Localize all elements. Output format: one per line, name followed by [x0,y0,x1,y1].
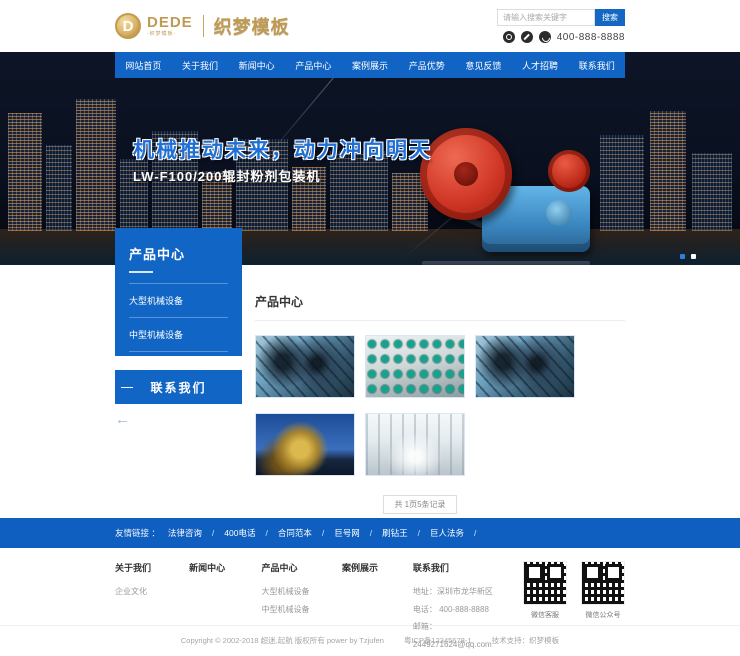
footer-col-cases: 案例展示 [342,561,387,653]
wechat-official-qr-code [581,561,625,605]
nav-item-contact[interactable]: 联系我们 [568,52,625,78]
hotline-number: 400-888-8888 [557,32,625,43]
city-building [202,171,232,231]
section-title: 产品中心 [255,293,625,321]
main-panel: 产品中心 共 1页5条记录 [242,265,625,514]
footer-col-title: 关于我们 [115,561,163,574]
title-underline [129,271,153,273]
footer-col-news: 新闻中心 [189,561,235,653]
carousel-dot[interactable] [691,254,696,259]
brand-name: DEDE [147,15,193,30]
packing-machine-illustration [420,124,595,265]
footer-col-title: 联系我们 [413,561,509,574]
pagination-info: 共 1页5条记录 [383,495,456,514]
sidebar-product-title: 产品中心 [129,244,228,263]
logo-divider [203,15,204,37]
site-title: 织梦模板 [214,13,290,39]
city-building [692,153,732,231]
coin-logo-icon: D [115,13,141,39]
carousel-dot-active[interactable] [680,254,685,259]
site-logo[interactable]: D DEDE -织梦模板- 织梦模板 [115,13,290,39]
nav-item-advantages[interactable]: 产品优势 [398,52,455,78]
friend-link[interactable]: 法律咨询 [168,527,224,539]
city-building [46,145,72,231]
left-arrow-icon[interactable]: ← [115,412,242,427]
footer-link-culture[interactable]: 企业文化 [115,583,163,601]
footer-col-title: 案例展示 [342,561,387,574]
phone-icon [539,31,551,43]
nav-item-news[interactable]: 新闻中心 [228,52,285,78]
friend-link[interactable]: 巨人法务 [430,527,486,539]
sidebar-contact-button[interactable]: 联系我们 [115,370,242,404]
main-navigation: 网站首页 关于我们 新闻中心 产品中心 案例展示 产品优势 意见反馈 人才招聘 … [115,52,625,78]
city-building [330,151,388,231]
qq-icon[interactable] [503,31,515,43]
footer-col-products: 产品中心 大型机械设备 中型机械设备 [262,561,316,653]
friend-link[interactable]: 400电话 [224,527,278,539]
sidebar-item-large-machinery[interactable]: 大型机械设备 [129,283,228,317]
nav-item-about[interactable]: 关于我们 [172,52,229,78]
city-building [152,131,198,231]
footer-link-medium-machinery[interactable]: 中型机械设备 [262,601,316,619]
qr-label: 微信客服 [523,610,567,620]
nav-item-jobs[interactable]: 人才招聘 [512,52,569,78]
carousel-dots [680,254,696,259]
machine-base [422,261,590,265]
machine-wheel [548,150,590,192]
product-photo-engine[interactable] [255,335,355,398]
product-grid [255,335,585,476]
content-area: 产品中心 大型机械设备 中型机械设备 联系我们 ← 产品中心 共 1页5条记录 [115,265,625,518]
friend-link[interactable]: 巨号网 [334,527,382,539]
friend-link[interactable]: 合同范本 [278,527,334,539]
nav-item-products[interactable]: 产品中心 [285,52,342,78]
product-photo-engine[interactable] [475,335,575,398]
qr-codes: 微信客服 微信公众号 [523,561,625,653]
footer: 关于我们 企业文化 新闻中心 产品中心 大型机械设备 中型机械设备 案例展示 联… [0,548,740,625]
city-building [120,159,148,231]
product-photo-factory[interactable] [365,413,465,476]
footer-col-title: 产品中心 [262,561,316,574]
wechat-service-qr-code [523,561,567,605]
search-button[interactable]: 搜索 [595,9,625,26]
brand-text: DEDE -织梦模板- [147,15,193,37]
friend-links-label: 友情链接 ： [115,527,160,539]
sidebar-item-medium-machinery[interactable]: 中型机械设备 [129,317,228,352]
city-building [600,135,644,231]
footer-phone: 电话： 400-888-8888 [413,601,509,619]
top-header: D DEDE -织梦模板- 织梦模板 搜索 400-888-8888 [0,0,740,52]
nav-item-feedback[interactable]: 意见反馈 [455,52,512,78]
city-building [292,167,326,231]
search-input[interactable] [497,9,595,26]
nav-item-home[interactable]: 网站首页 [115,52,172,78]
city-building [650,111,686,231]
product-photo-excavator[interactable] [255,413,355,476]
wechat-icon[interactable] [521,31,533,43]
product-photo-spinning-machines[interactable] [365,335,465,398]
brand-tagline: -织梦模板- [147,32,193,37]
sidebar-product-box: 产品中心 大型机械设备 中型机械设备 [115,228,242,356]
hero-banner: 网站首页 关于我们 新闻中心 产品中心 案例展示 产品优势 意见反馈 人才招聘 … [0,52,740,265]
city-building [236,139,288,231]
footer-col-contact: 联系我们 地址：深圳市龙华新区 电话： 400-888-8888 邮箱：2449… [413,561,509,653]
footer-email: 邮箱：2449271624@qq.com [413,618,509,653]
nav-item-cases[interactable]: 案例展示 [342,52,399,78]
city-building [8,113,42,231]
footer-col-about: 关于我们 企业文化 [115,561,163,653]
qr-label: 微信公众号 [581,610,625,620]
friend-links-bar: 友情链接 ： 法律咨询 400电话 合同范本 巨号网 刷钻王 巨人法务 [0,518,740,548]
machine-flywheel [420,128,512,220]
city-building [76,99,116,231]
friend-link[interactable]: 刷钻王 [382,527,430,539]
footer-address: 地址：深圳市龙华新区 [413,583,509,601]
sidebar: 产品中心 大型机械设备 中型机械设备 联系我们 ← [115,228,242,427]
footer-col-title: 新闻中心 [189,561,235,574]
footer-link-large-machinery[interactable]: 大型机械设备 [262,583,316,601]
